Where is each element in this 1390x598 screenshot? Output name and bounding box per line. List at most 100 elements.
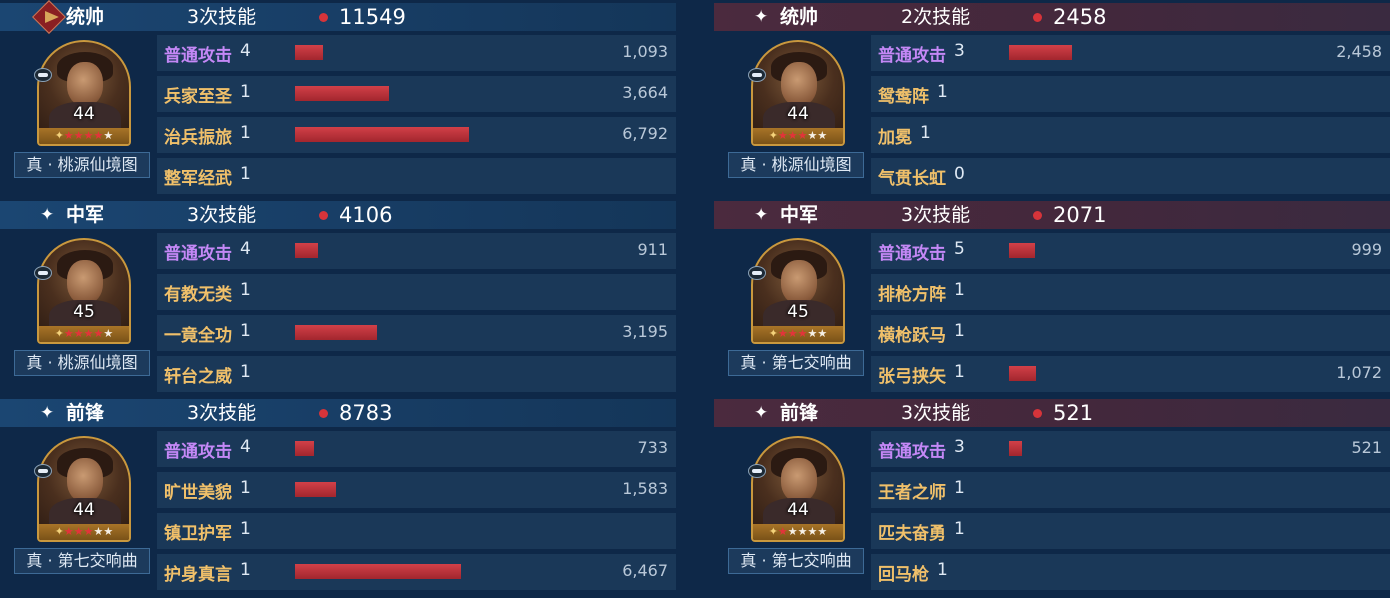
skill-row: 加冕 1: [871, 117, 1390, 153]
skill-damage: 6,792: [622, 124, 668, 143]
total-damage: 2071: [1053, 203, 1107, 227]
skill-cast-count: 3: [954, 437, 965, 457]
skill-name: 普通攻击: [164, 442, 232, 462]
star-icon: ★: [797, 129, 808, 142]
general-portrait[interactable]: 44 ✦★★★★★: [37, 40, 131, 146]
skill-row: 匹夫奋勇 1: [871, 513, 1390, 549]
damage-bar: [295, 564, 461, 579]
skill-row: 王者之师 1: [871, 472, 1390, 508]
rank-star-icon: ✦: [768, 525, 778, 538]
damage-bar: [295, 243, 318, 258]
four-point-star-icon: ✦: [754, 205, 769, 225]
skill-name: 加冕: [878, 128, 912, 148]
skill-name: 王者之师: [878, 483, 946, 503]
skill-row-bg: [157, 431, 676, 467]
general-portrait[interactable]: 45 ✦★★★★★: [751, 238, 845, 344]
skill-row-bg: [871, 513, 1390, 549]
star-rating: ✦★★★★★: [39, 326, 129, 342]
star-icon: ★: [103, 129, 114, 142]
star-icon: ★: [73, 129, 84, 142]
portrait-face: [67, 458, 103, 502]
skill-row: 旷世美貌 1 1,583: [157, 472, 676, 508]
skill-cast-count: 1: [240, 560, 251, 580]
unit-type-icon: [34, 464, 52, 478]
skill-row-bg: [871, 76, 1390, 112]
skill-name: 气贯长虹: [878, 169, 946, 189]
portrait-face: [67, 260, 103, 304]
star-icon: ★: [73, 525, 84, 538]
total-damage: 8783: [339, 401, 393, 425]
skill-name: 一竟全功: [164, 326, 232, 346]
skill-count-label: 3次技能: [187, 204, 257, 226]
skill-damage: 999: [1351, 240, 1382, 259]
total-damage: 521: [1053, 401, 1094, 425]
skill-cast-count: 1: [240, 82, 251, 102]
role-label: 中军: [780, 204, 819, 226]
general-portrait[interactable]: 44 ✦★★★★★: [751, 436, 845, 542]
skill-cast-count: 0: [954, 164, 965, 184]
total-damage: 4106: [339, 203, 393, 227]
four-point-star-icon: ✦: [754, 403, 769, 423]
skill-name: 排枪方阵: [878, 285, 946, 305]
general-portrait[interactable]: 44 ✦★★★★★: [37, 436, 131, 542]
skill-damage: 1,093: [622, 42, 668, 61]
star-icon: ★: [103, 525, 114, 538]
general-level: 44: [73, 500, 95, 520]
skill-cast-count: 1: [240, 478, 251, 498]
skill-name: 旷世美貌: [164, 483, 232, 503]
skill-row-bg: [871, 274, 1390, 310]
damage-dot-icon: [319, 211, 328, 220]
skill-damage: 1,583: [622, 479, 668, 498]
general-header: ✦ 中军 3次技能 2071: [714, 201, 1390, 229]
skill-cast-count: 4: [240, 239, 251, 259]
damage-dot-icon: [1033, 13, 1042, 22]
skill-name: 有教无类: [164, 285, 232, 305]
skill-row-bg: [157, 315, 676, 351]
skill-cast-count: 1: [240, 164, 251, 184]
skill-row-bg: [871, 315, 1390, 351]
skill-damage: 2,458: [1336, 42, 1382, 61]
general-level: 45: [787, 302, 809, 322]
skill-row-bg: [871, 233, 1390, 269]
skill-damage: 911: [637, 240, 668, 259]
damage-bar: [295, 127, 469, 142]
skill-row: 治兵振旅 1 6,792: [157, 117, 676, 153]
four-point-star-icon: ✦: [754, 7, 769, 27]
total-damage: 2458: [1053, 5, 1107, 29]
skill-row: 气贯长虹 0: [871, 158, 1390, 194]
general-block: ✦ 前锋 3次技能 8783 44 ✦★★★★★ 真 · 第七交响曲 普通攻击 4 733 旷世美貌…: [0, 396, 676, 594]
general-block: ✦ 前锋 3次技能 521 44 ✦★★★★★ 真 · 第七交响曲 普通攻击 3 521 王者之师 1…: [714, 396, 1390, 594]
skill-count-label: 3次技能: [187, 402, 257, 424]
star-icon: ★: [93, 525, 104, 538]
rank-star-icon: ✦: [54, 525, 64, 538]
skill-cast-count: 1: [954, 280, 965, 300]
general-portrait[interactable]: 44 ✦★★★★★: [751, 40, 845, 146]
general-portrait[interactable]: 45 ✦★★★★★: [37, 238, 131, 344]
skin-caption: 真 · 桃源仙境图: [14, 350, 150, 376]
star-icon: ★: [83, 327, 94, 340]
damage-bar: [1009, 45, 1072, 60]
army-flag-icon: [32, 0, 66, 34]
star-icon: ★: [73, 327, 84, 340]
star-icon: ★: [807, 525, 818, 538]
left-team-panel: 统帅 3次技能 11549 44 ✦★★★★★ 真 · 桃源仙境图 普通攻击 4 1,093 兵家…: [0, 0, 676, 598]
star-icon: ★: [93, 327, 104, 340]
general-block: ✦ 中军 3次技能 2071 45 ✦★★★★★ 真 · 第七交响曲 普通攻击 5 999 排枪方阵…: [714, 198, 1390, 396]
skill-cast-count: 1: [240, 123, 251, 143]
skill-row-bg: [871, 35, 1390, 71]
damage-bar: [1009, 243, 1035, 258]
role-label: 统帅: [780, 6, 819, 28]
skill-row-bg: [157, 274, 676, 310]
general-block: 统帅 3次技能 11549 44 ✦★★★★★ 真 · 桃源仙境图 普通攻击 4 1,093 兵家…: [0, 0, 676, 198]
star-icon: ★: [817, 129, 828, 142]
general-header: ✦ 前锋 3次技能 8783: [0, 399, 676, 427]
damage-bar: [295, 441, 314, 456]
role-label: 前锋: [66, 402, 105, 424]
star-rating: ✦★★★★★: [39, 524, 129, 540]
skill-cast-count: 4: [240, 437, 251, 457]
skill-row-bg: [157, 472, 676, 508]
skill-row: 整军经武 1: [157, 158, 676, 194]
unit-type-icon: [34, 266, 52, 280]
skill-cast-count: 5: [954, 239, 965, 259]
skill-damage: 521: [1351, 438, 1382, 457]
